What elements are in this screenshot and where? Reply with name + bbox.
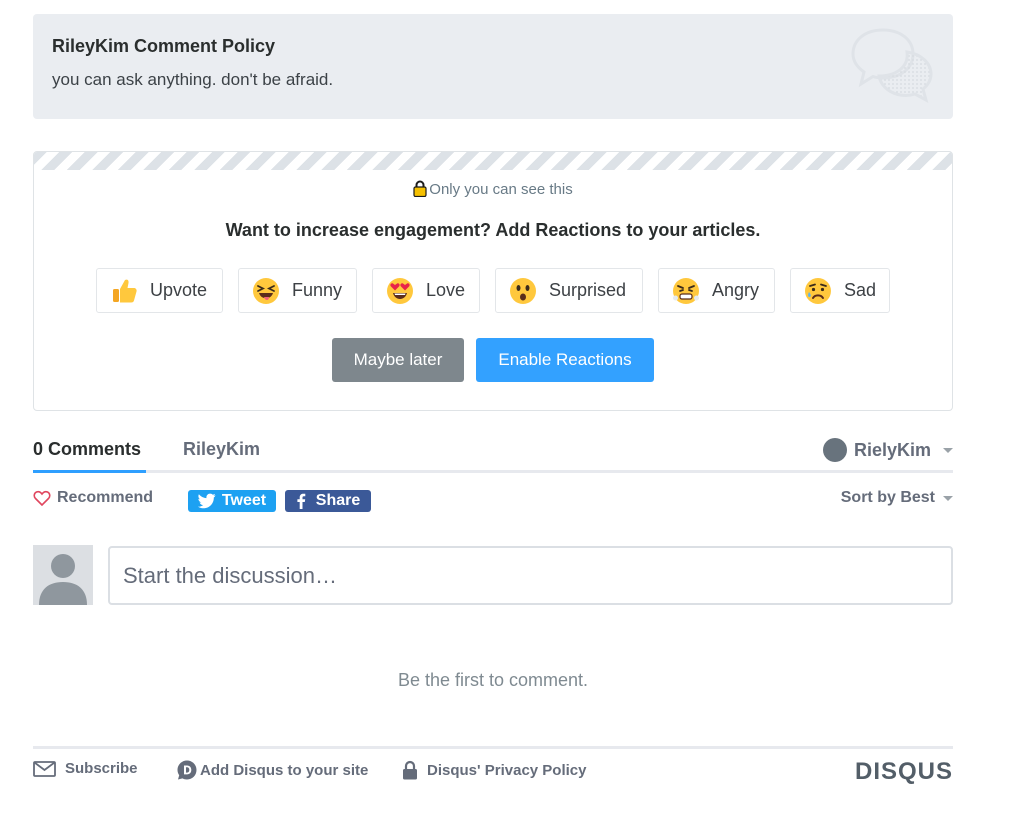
reaction-label: Love [426,280,466,300]
sort-label: Sort by Best [840,489,935,506]
twitter-bird-icon [197,493,216,509]
comment-composer: Start the discussion… [33,545,953,607]
tab-comments[interactable]: 0 Comments [33,439,141,460]
reaction-funny[interactable]: Funny [238,268,357,313]
comment-policy: RileyKim Comment Policy you can ask anyt… [33,14,953,119]
reaction-surprised[interactable]: Surprised [495,268,643,313]
speech-bubbles-icon [851,28,933,104]
reaction-label: Surprised [549,280,627,300]
disqus-logo-icon [177,760,197,780]
empty-state: Be the first to comment. [397,670,589,690]
facebook-share-button[interactable]: Share [285,490,371,512]
envelope-icon [33,760,56,777]
maybe-later-button[interactable]: Maybe later [332,338,464,382]
promo-actions: Maybe later Enable Reactions [34,338,952,382]
recommend-button[interactable]: Recommend [33,489,153,507]
comment-input[interactable]: Start the discussion… [108,546,953,605]
surprised-face-icon [510,277,536,304]
reaction-label: Upvote [150,280,208,300]
private-note: Only you can see this [34,180,952,198]
avatar [33,545,93,605]
lock-icon [413,180,427,197]
privacy-policy-link[interactable]: Disqus' Privacy Policy [402,760,586,780]
sort-dropdown[interactable]: Sort by Best [841,489,953,507]
add-disqus-label: Add Disqus to your site [200,761,369,779]
user-menu[interactable]: RielyKim [822,438,953,462]
angry-face-icon [673,277,699,304]
recommend-label: Recommend [57,489,154,506]
reaction-label: Angry [712,280,760,300]
tweet-button[interactable]: Tweet [188,490,276,512]
heart-eyes-face-icon [387,277,413,304]
privacy-label: Disqus' Privacy Policy [427,761,587,779]
reaction-label: Sad [843,280,876,300]
thread-nav: 0 Comments RileyKim RielyKim [33,429,953,473]
tab-community[interactable]: RileyKim [183,439,260,460]
policy-title: RileyKim Comment Policy [52,36,276,56]
private-note-text: Only you can see this [429,181,573,198]
default-avatar-icon [33,545,93,605]
reactions-promo: Only you can see this Want to increase e… [33,151,953,411]
reaction-sad[interactable]: Sad [790,268,890,313]
footer: Subscribe Add Disqus to your site Disqus… [33,746,953,786]
sad-face-icon [804,277,831,304]
disqus-thread: RileyKim Comment Policy you can ask anyt… [33,14,953,607]
policy-text: you can ask anything. don't be afraid. [52,70,334,89]
chevron-down-icon [943,495,953,501]
laughing-face-icon [253,277,279,304]
thread-actions: Recommend Tweet Share Sort by Best [33,473,953,523]
user-name: RielyKim [853,439,931,460]
promo-heading: Want to increase engagement? Add Reactio… [225,220,761,240]
share-label: Share [315,492,361,509]
facebook-icon [297,493,306,509]
lock-icon [403,760,417,780]
reactions-list: Upvote Funny Love Surprised Angry Sad [34,268,952,313]
reaction-love[interactable]: Love [372,268,480,313]
subscribe-label: Subscribe [65,760,138,777]
reaction-label: Funny [292,280,343,300]
chevron-down-icon [943,447,953,453]
reaction-upvote[interactable]: Upvote [96,268,223,313]
thumbs-up-icon [113,279,137,302]
user-avatar-icon [822,438,847,462]
add-disqus-link[interactable]: Add Disqus to your site [177,760,368,780]
promo-stripes [34,152,952,170]
reaction-angry[interactable]: Angry [658,268,775,313]
heart-icon [33,490,51,506]
tweet-label: Tweet [221,492,267,509]
enable-reactions-button[interactable]: Enable Reactions [476,338,654,382]
subscribe-link[interactable]: Subscribe [33,760,138,777]
disqus-logo[interactable]: DISQUS [855,758,953,786]
